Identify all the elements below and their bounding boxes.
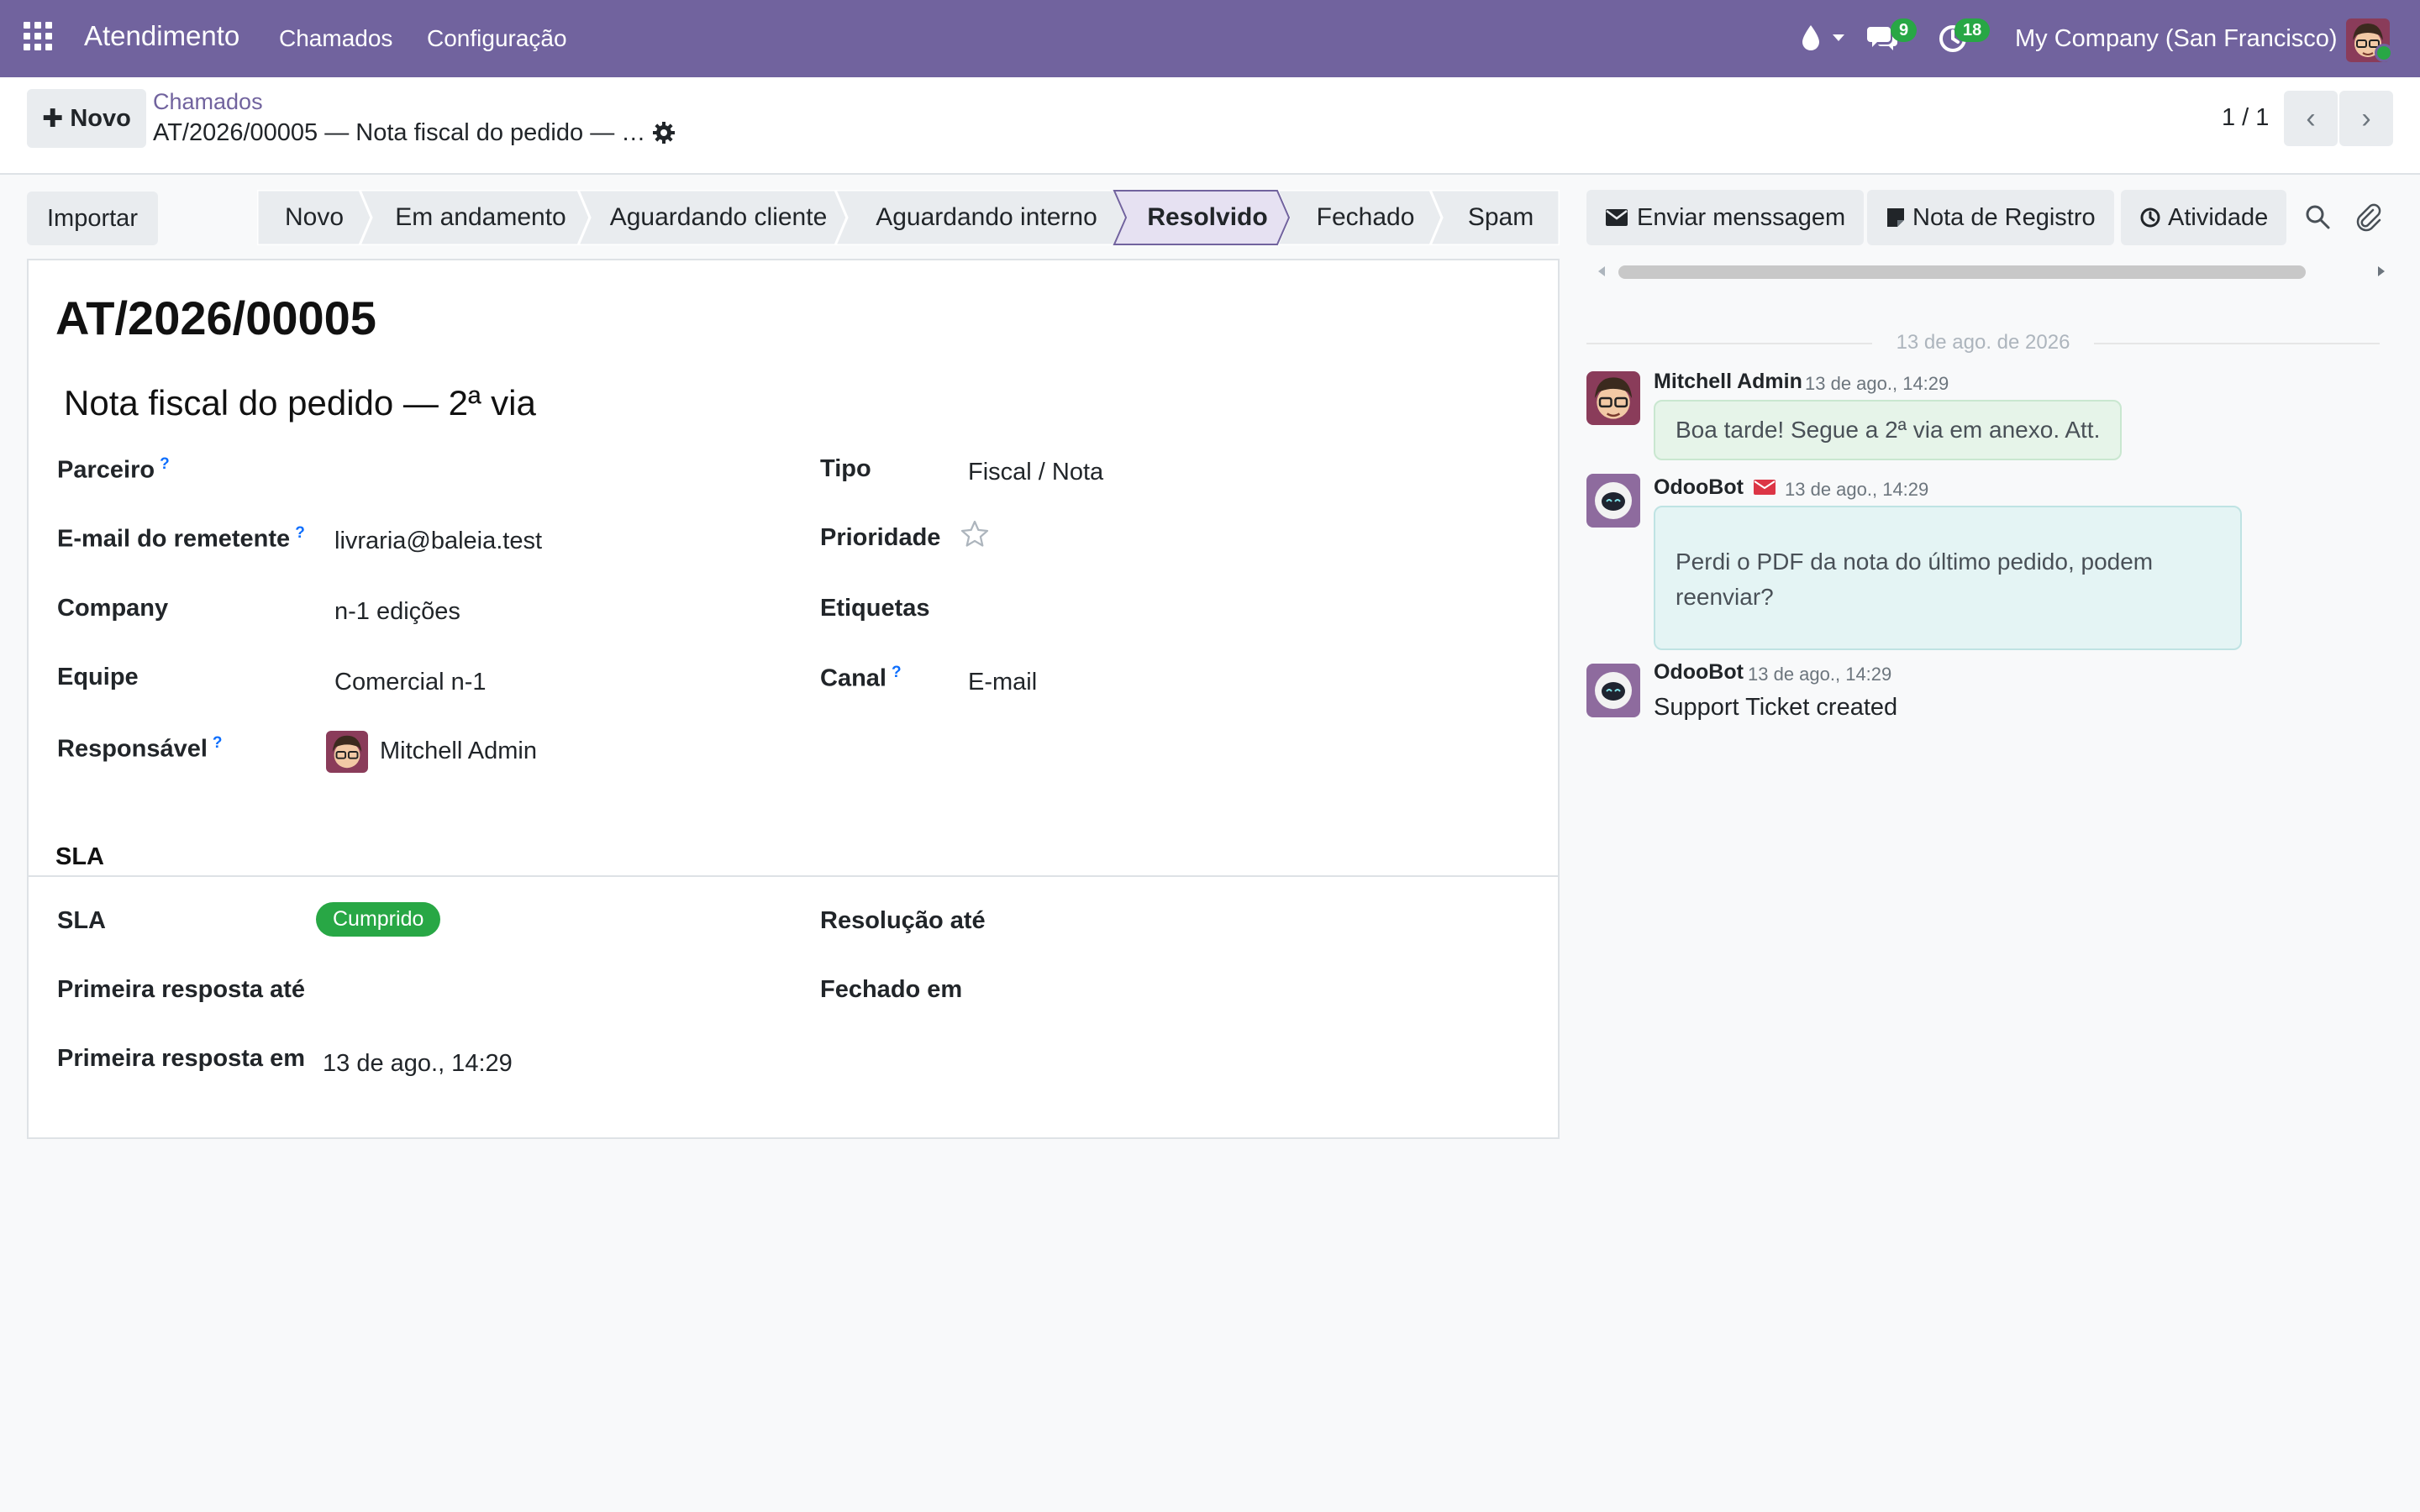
stage-fechado[interactable]: Fechado bbox=[1289, 190, 1442, 245]
company-switcher[interactable]: My Company (San Francisco) bbox=[2015, 25, 2338, 53]
activity-count-badge: 18 bbox=[1954, 18, 1991, 42]
message-body: Support Ticket created bbox=[1654, 694, 1898, 721]
email-label: E-mail do remetente? bbox=[57, 524, 305, 553]
scroll-right-arrow-icon[interactable] bbox=[2376, 265, 2386, 277]
message-time: 13 de ago., 14:29 bbox=[1785, 479, 1929, 500]
ticket-reference: AT/2026/00005 bbox=[55, 291, 376, 344]
sla-section-title: SLA bbox=[55, 843, 104, 870]
sla-status-badge[interactable]: Cumprido bbox=[316, 902, 441, 937]
channel-label: Canal? bbox=[820, 664, 902, 692]
owner-label: Responsável? bbox=[57, 734, 223, 763]
help-icon[interactable]: ? bbox=[213, 734, 223, 752]
odoobot-avatar[interactable] bbox=[1586, 474, 1640, 528]
envelope-icon bbox=[1606, 209, 1628, 226]
closed-at-label: Fechado em bbox=[820, 976, 963, 1003]
breadcrumb-parent[interactable]: Chamados bbox=[153, 89, 263, 115]
menu-configuracao[interactable]: Configuração bbox=[427, 25, 567, 52]
new-button[interactable]: ✚ Novo bbox=[27, 89, 146, 148]
team-field[interactable]: Comercial n-1 bbox=[334, 669, 487, 696]
pager-value: 1 / 1 bbox=[2222, 104, 2270, 131]
ticket-subject[interactable]: Nota fiscal do pedido — 2ª via bbox=[64, 383, 536, 423]
breadcrumb-current: AT/2026/00005 — Nota fiscal do pedido — … bbox=[153, 119, 646, 146]
sla-label: SLA bbox=[57, 907, 106, 934]
stage-em-andamento[interactable]: Em andamento bbox=[371, 190, 590, 245]
company-label: Company bbox=[57, 595, 169, 622]
gear-icon[interactable] bbox=[652, 121, 676, 144]
first-response-at-label: Primeira resposta em bbox=[57, 1045, 305, 1072]
company-field[interactable]: n-1 edições bbox=[334, 598, 460, 626]
date-separator: 13 de ago. de 2026 bbox=[1586, 331, 2380, 354]
help-icon[interactable]: ? bbox=[295, 524, 305, 542]
app-brand[interactable]: Atendimento bbox=[84, 20, 239, 52]
first-response-at-field: 13 de ago., 14:29 bbox=[323, 1050, 513, 1077]
scroll-left-arrow-icon[interactable] bbox=[1597, 265, 1607, 277]
stage-aguardando-interno[interactable]: Aguardando interno bbox=[847, 190, 1126, 245]
message-time: 13 de ago., 14:29 bbox=[1748, 664, 1892, 685]
priority-label: Prioridade bbox=[820, 524, 941, 551]
email-field[interactable]: livraria@baleia.test bbox=[334, 528, 542, 555]
message-body: Perdi o PDF da nota do último pedido, po… bbox=[1654, 506, 2242, 650]
team-label: Equipe bbox=[57, 664, 139, 690]
send-message-button[interactable]: Enviar menssagem bbox=[1586, 190, 1865, 245]
menu-chamados[interactable]: Chamados bbox=[279, 25, 392, 52]
message-body-line: Perdi o PDF da nota do último pedido, po… bbox=[1676, 549, 2154, 575]
log-note-button[interactable]: Nota de Registro bbox=[1867, 190, 2114, 245]
activity-label: Atividade bbox=[2168, 203, 2269, 231]
tags-label: Etiquetas bbox=[820, 595, 930, 622]
type-label: Tipo bbox=[820, 455, 871, 482]
log-note-label: Nota de Registro bbox=[1912, 203, 2096, 231]
form-sheet: AT/2026/00005 Nota fiscal do pedido — 2ª… bbox=[27, 259, 1560, 1139]
message-body: Boa tarde! Segue a 2ª via em anexo. Att. bbox=[1654, 400, 2123, 460]
clock-icon bbox=[2140, 207, 2160, 228]
stage-resolvido[interactable]: Resolvido bbox=[1126, 190, 1289, 245]
send-message-label: Enviar menssagem bbox=[1637, 203, 1846, 231]
paperclip-icon[interactable] bbox=[2353, 202, 2383, 232]
online-status-dot bbox=[2375, 44, 2393, 62]
scrollbar-thumb[interactable] bbox=[1618, 265, 2306, 279]
new-button-label: Novo bbox=[70, 104, 131, 132]
star-icon[interactable] bbox=[960, 519, 990, 549]
chat-count-badge: 9 bbox=[1891, 18, 1918, 42]
help-icon[interactable]: ? bbox=[892, 664, 902, 681]
type-field[interactable]: Fiscal / Nota bbox=[968, 459, 1103, 486]
resolution-until-label: Resolução até bbox=[820, 907, 986, 934]
envelope-icon bbox=[1754, 480, 1776, 495]
section-divider bbox=[29, 875, 1558, 877]
import-button[interactable]: Importar bbox=[27, 192, 158, 245]
stage-novo[interactable]: Novo bbox=[257, 190, 371, 245]
stage-aguardando-cliente[interactable]: Aguardando cliente bbox=[590, 190, 847, 245]
owner-field[interactable]: Mitchell Admin bbox=[380, 738, 537, 765]
stage-spam[interactable]: Spam bbox=[1442, 190, 1560, 245]
help-icon[interactable]: ? bbox=[160, 455, 170, 473]
droplet-icon[interactable] bbox=[1800, 24, 1822, 52]
pager-next-button[interactable]: › bbox=[2339, 91, 2393, 146]
chevron-left-icon: ‹ bbox=[2306, 102, 2316, 134]
channel-field[interactable]: E-mail bbox=[968, 669, 1037, 696]
plus-icon: ✚ bbox=[42, 104, 64, 133]
first-response-until-label: Primeira resposta até bbox=[57, 976, 305, 1003]
message-author[interactable]: OdooBot bbox=[1654, 660, 1744, 685]
partner-label: Parceiro? bbox=[57, 455, 170, 484]
message-body-line: reenviar? bbox=[1676, 584, 1774, 610]
sticky-note-icon bbox=[1887, 208, 1904, 227]
message-author-avatar[interactable] bbox=[1586, 371, 1640, 425]
pager-previous-button[interactable]: ‹ bbox=[2284, 91, 2338, 146]
owner-avatar bbox=[326, 731, 368, 773]
chevron-right-icon: › bbox=[2361, 102, 2371, 134]
message-author[interactable]: Mitchell Admin bbox=[1654, 370, 1802, 394]
apps-grid-icon[interactable] bbox=[24, 22, 54, 52]
top-navbar: Atendimento Chamados Configuração 9 18 M… bbox=[0, 0, 2420, 77]
search-icon[interactable] bbox=[2302, 202, 2333, 232]
odoobot-avatar[interactable] bbox=[1586, 664, 1640, 717]
message-time: 13 de ago., 14:29 bbox=[1805, 373, 1949, 394]
control-panel: ✚ Novo Chamados AT/2026/00005 — Nota fis… bbox=[0, 77, 2420, 175]
chevron-down-icon[interactable] bbox=[1832, 34, 1845, 42]
message-author[interactable]: OdooBot bbox=[1654, 475, 1744, 500]
activity-button[interactable]: Atividade bbox=[2121, 190, 2287, 245]
